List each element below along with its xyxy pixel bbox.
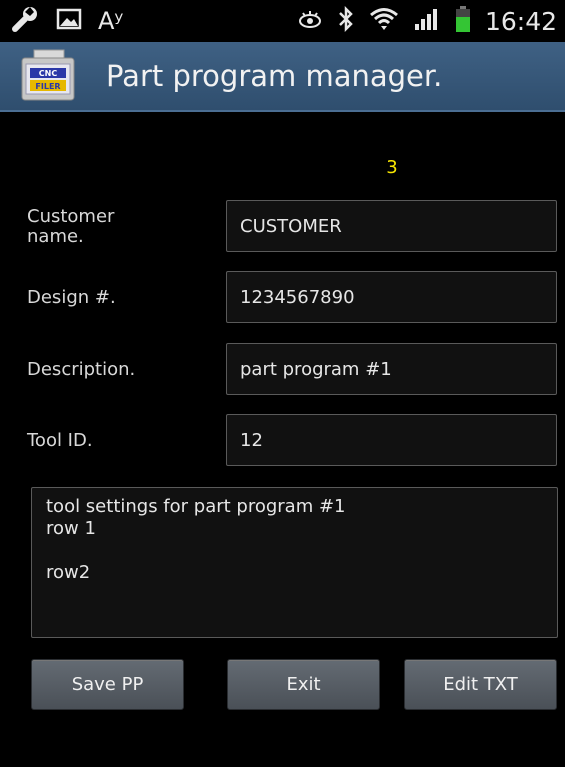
battery-icon [455,5,471,37]
wifi-icon [369,6,399,36]
eye-icon [297,9,323,33]
customer-name-input[interactable] [226,200,557,252]
bluetooth-icon [337,5,355,36]
spellcheck-icon: Aʸ [98,7,124,35]
logo-text-bottom: FILER [35,82,60,91]
design-number-input[interactable] [226,271,557,323]
exit-button[interactable]: Exit [227,659,380,710]
edit-txt-button[interactable]: Edit TXT [404,659,557,710]
save-pp-button[interactable]: Save PP [31,659,184,710]
tool-id-input[interactable] [226,414,557,466]
description-input[interactable] [226,343,557,395]
logo-text-top: CNC [39,69,58,78]
tool-settings-textarea[interactable]: tool settings for part program #1 row 1 … [31,487,558,638]
description-label: Description. [27,359,136,380]
tool-id-label: Tool ID. [27,430,93,451]
app-logo[interactable]: CNC FILER [16,48,80,104]
signal-icon [413,6,441,36]
app-bar: CNC FILER Part program manager. [0,42,565,112]
clock: 16:42 [484,6,557,36]
app-title: Part program manager. [106,59,443,93]
design-number-label: Design #. [27,287,116,308]
customer-name-label: Customer name. [27,206,115,247]
image-icon [56,7,82,35]
wrench-icon [10,4,40,38]
status-bar: Aʸ 16:42 [0,0,565,42]
record-number: 3 [386,157,398,178]
